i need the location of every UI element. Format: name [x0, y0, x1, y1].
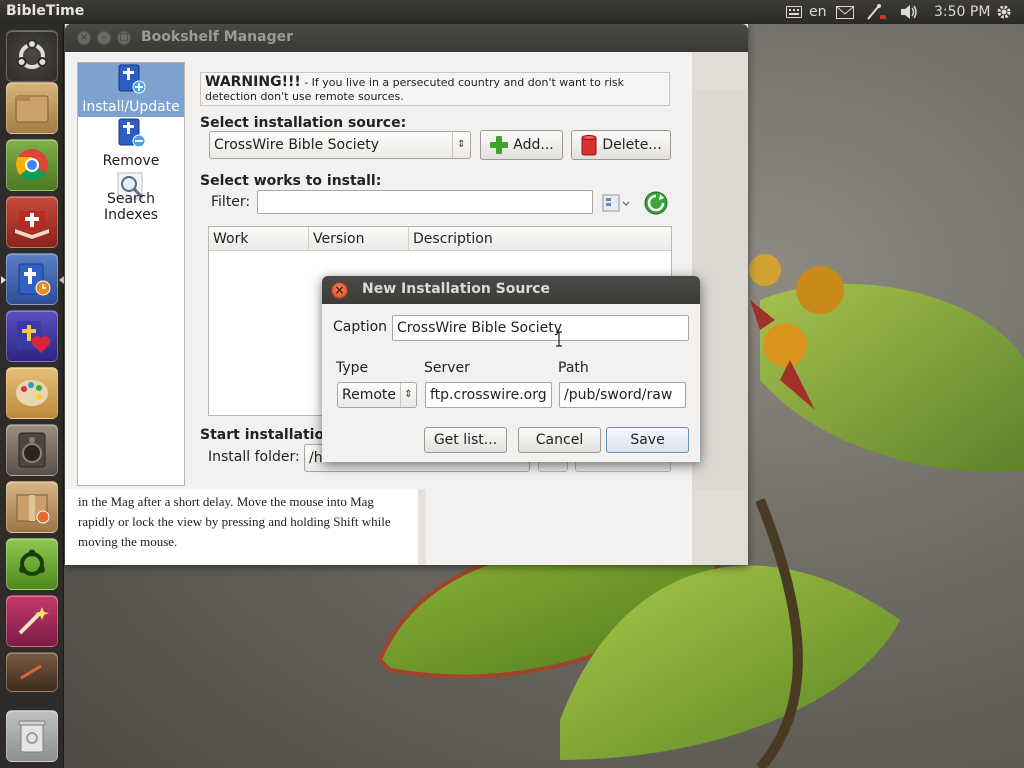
mag-text-panel: in the Mag after a short delay. Move the…: [65, 489, 418, 565]
install-folder-value: /h: [309, 450, 323, 466]
ubuntu-one-icon: [19, 549, 45, 576]
ubuntu-one-launcher[interactable]: [6, 538, 58, 590]
cancel-button[interactable]: Cancel: [518, 427, 601, 453]
chevron-updown-icon: ⇕: [400, 383, 416, 407]
warning-title: WARNING!!!: [205, 74, 301, 90]
page-list: Install/Update Remove Search Indexes: [77, 62, 185, 486]
type-select-value: Remote: [342, 387, 397, 403]
path-label: Path: [558, 360, 589, 376]
network-icon[interactable]: [866, 0, 888, 24]
view-options-button[interactable]: [601, 192, 631, 214]
top-panel: BibleTime en 3:50 PM: [0, 0, 1024, 24]
install-book-icon: [118, 64, 146, 94]
folder-icon: [15, 95, 49, 123]
tool-launcher[interactable]: [6, 652, 58, 692]
trash-launcher[interactable]: [6, 710, 58, 762]
text-cursor-icon: [556, 331, 562, 347]
bible-download-icon: [15, 211, 49, 239]
source-select[interactable]: CrossWire Bible Society ⇕: [209, 131, 471, 159]
bibletime-icon: [18, 263, 51, 296]
page-label: Install/Update: [82, 99, 180, 115]
add-source-label: Add...: [513, 137, 554, 153]
mag-text-gutter: [418, 489, 426, 565]
tool-icon: [20, 664, 42, 680]
add-source-button[interactable]: Add...: [480, 130, 563, 160]
window-titlebar[interactable]: × – □ Bookshelf Manager: [65, 24, 748, 52]
close-icon[interactable]: ×: [331, 282, 348, 299]
bibletime-launcher[interactable]: [1, 253, 64, 305]
server-label: Server: [424, 360, 470, 376]
app-title: BibleTime: [6, 3, 85, 19]
filter-input[interactable]: [257, 190, 593, 214]
column-header-description[interactable]: Description: [409, 227, 671, 251]
install-folder-label: Install folder:: [208, 449, 300, 465]
maximize-window-button[interactable]: □: [117, 31, 131, 45]
close-window-button[interactable]: ×: [77, 31, 91, 45]
page-label: Search Indexes: [103, 191, 159, 223]
column-header-version[interactable]: Version: [309, 227, 409, 251]
path-input[interactable]: /pub/sword/raw: [559, 382, 686, 408]
columns-icon: [602, 194, 630, 212]
package-icon: [16, 494, 50, 524]
filter-label: Filter:: [211, 194, 251, 210]
page-remove[interactable]: Remove: [78, 117, 184, 171]
window-scroll-area: [692, 90, 748, 490]
chevron-updown-icon: ⇕: [452, 132, 470, 158]
start-section-label: Start installation:: [200, 427, 340, 443]
delete-icon: [581, 135, 597, 156]
server-input[interactable]: ftp.crosswire.org: [425, 382, 552, 408]
cross-heart-icon: [17, 321, 51, 353]
works-section-label: Select works to install:: [200, 173, 382, 189]
source-select-value: CrossWire Bible Society: [214, 137, 380, 153]
bible-heart-launcher[interactable]: [6, 310, 58, 362]
delete-source-label: Delete...: [602, 137, 662, 153]
type-select[interactable]: Remote ⇕: [337, 382, 417, 408]
refresh-icon: [644, 191, 668, 215]
magic-wand-icon: [18, 607, 49, 635]
mail-icon[interactable]: [836, 0, 854, 24]
page-search-indexes[interactable]: Search Indexes: [78, 171, 184, 225]
works-table-header: Work Version Description: [209, 227, 671, 251]
remove-book-icon: [118, 118, 146, 148]
gear-icon[interactable]: [996, 0, 1012, 24]
new-installation-source-dialog: × New Installation Source Caption CrossW…: [322, 276, 700, 462]
caption-label: Caption: [333, 319, 388, 335]
paint-launcher[interactable]: [6, 367, 58, 419]
bible-install-launcher[interactable]: [6, 196, 58, 248]
keyboard-icon[interactable]: [786, 0, 802, 24]
ubuntu-logo-icon: [16, 39, 48, 69]
delete-source-button[interactable]: Delete...: [571, 130, 671, 160]
warning-box: WARNING!!! - If you live in a persecuted…: [200, 72, 670, 106]
type-label: Type: [336, 360, 369, 376]
save-button[interactable]: Save: [606, 427, 689, 453]
sound-launcher[interactable]: [6, 424, 58, 476]
dash-button[interactable]: [6, 30, 58, 82]
refresh-button[interactable]: [643, 190, 669, 216]
column-header-work[interactable]: Work: [209, 227, 309, 251]
files-launcher[interactable]: [6, 82, 58, 134]
chrome-icon: [16, 149, 48, 181]
speaker-icon: [18, 432, 46, 468]
launcher: [0, 24, 64, 768]
paint-palette-icon: [16, 380, 48, 406]
magic-launcher[interactable]: [6, 595, 58, 647]
get-list-button[interactable]: Get list...: [424, 427, 507, 453]
archive-launcher[interactable]: [6, 481, 58, 533]
caption-input[interactable]: CrossWire Bible Society: [392, 315, 689, 341]
plus-icon: [490, 136, 509, 154]
page-install-update[interactable]: Install/Update: [78, 63, 184, 117]
dialog-titlebar[interactable]: × New Installation Source: [322, 276, 700, 304]
source-section-label: Select installation source:: [200, 115, 407, 131]
trash-icon: [18, 720, 46, 753]
clock[interactable]: 3:50 PM: [934, 0, 990, 24]
window-title: Bookshelf Manager: [141, 29, 293, 45]
page-label: Remove: [102, 153, 160, 169]
volume-icon[interactable]: [900, 0, 918, 24]
dialog-title: New Installation Source: [362, 281, 551, 297]
language-indicator[interactable]: en: [809, 0, 827, 24]
minimize-window-button[interactable]: –: [97, 31, 111, 45]
chrome-launcher[interactable]: [6, 139, 58, 191]
